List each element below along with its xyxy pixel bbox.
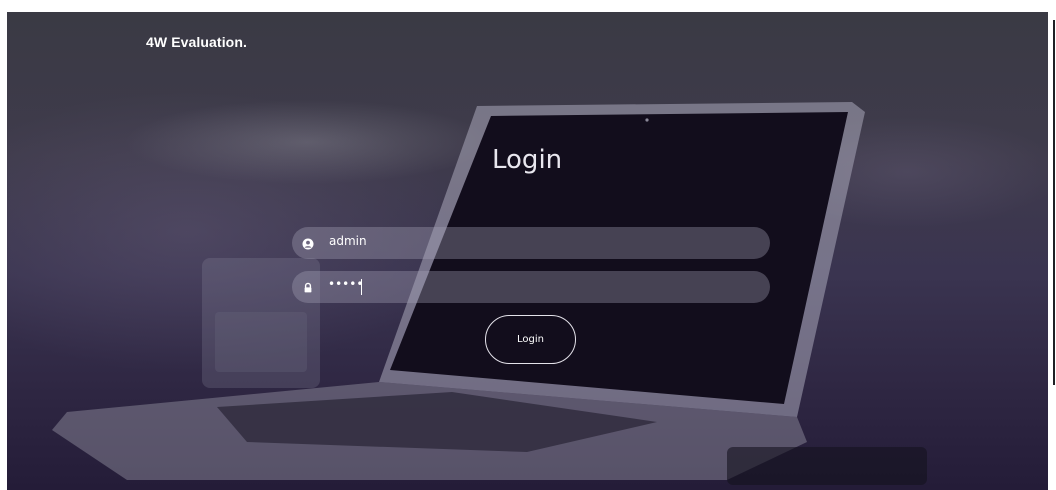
password-value[interactable]: ••••• (328, 277, 363, 291)
user-icon (301, 236, 315, 250)
scrollbar-edge (1053, 20, 1055, 385)
username-field[interactable]: admin (292, 227, 770, 259)
username-value[interactable]: admin (329, 234, 367, 248)
lock-icon (301, 280, 315, 294)
login-heading: Login (492, 145, 563, 175)
text-cursor (361, 279, 362, 295)
login-page: 4W Evaluation. Login admin ••••• Login (0, 0, 1056, 490)
password-field[interactable]: ••••• (292, 271, 770, 303)
brand-logo-text[interactable]: 4W Evaluation. (146, 34, 247, 50)
login-button[interactable]: Login (485, 315, 576, 364)
